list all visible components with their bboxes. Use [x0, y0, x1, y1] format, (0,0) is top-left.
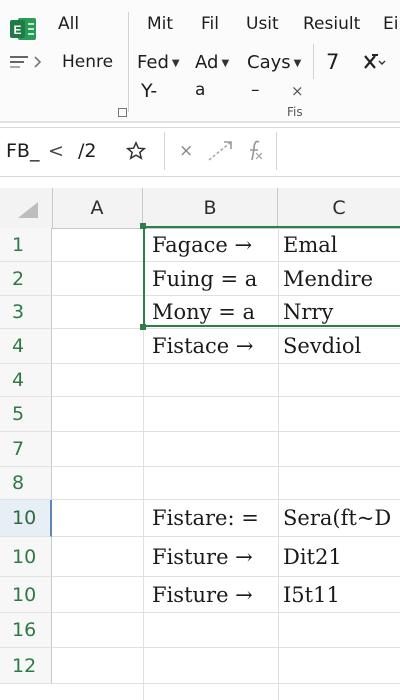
cancel-icon[interactable]: × — [179, 141, 193, 161]
paragraph-format-icon[interactable] — [8, 53, 44, 71]
excel-app-icon[interactable]: E — [9, 17, 37, 41]
cell-a10[interactable] — [53, 500, 142, 537]
chevron-down-icon: ▼ — [221, 58, 230, 69]
cell-a8[interactable] — [53, 467, 142, 500]
cell-c10[interactable]: I5t11 — [283, 577, 400, 613]
cell-a2[interactable] — [53, 262, 142, 296]
cell-b16[interactable] — [152, 613, 276, 648]
column-header-b[interactable]: B — [143, 188, 278, 228]
cell-b7[interactable] — [152, 432, 276, 467]
column-header-a[interactable]: A — [52, 188, 143, 228]
cell-b12[interactable] — [152, 648, 276, 684]
cell-b10[interactable]: Fisture → — [152, 537, 276, 577]
select-all-triangle-icon — [18, 202, 38, 218]
dialog-launcher-icon[interactable] — [118, 108, 127, 117]
ribbon-btn-dash[interactable]: – — [251, 80, 260, 100]
row-header[interactable]: 4 — [0, 329, 52, 364]
cell-a10[interactable] — [53, 577, 142, 613]
cell-b5[interactable] — [152, 397, 276, 432]
row-header[interactable]: 10 — [0, 537, 52, 577]
chevron-down-icon: ▼ — [171, 58, 180, 69]
spreadsheet-grid[interactable]: A B C 1 Fagace → Emal 2 Fuing = a Mendire 3 Mon… — [0, 188, 400, 700]
row-header[interactable]: 10 — [0, 577, 52, 613]
cell-c4[interactable]: Sevdiol — [283, 329, 400, 364]
group-label: Fis — [287, 105, 303, 119]
cell-b4[interactable]: Fistace → — [152, 329, 276, 364]
tab-fil[interactable]: Fil — [201, 14, 219, 34]
number-control[interactable]: 7 — [326, 50, 339, 74]
row-header[interactable]: 4 — [0, 364, 52, 397]
cell-c5[interactable] — [283, 397, 400, 432]
row-header[interactable]: 10 — [0, 500, 52, 537]
insert-function-icon[interactable] — [246, 139, 266, 163]
font-dropdown-ad[interactable]: Ad ▼ — [195, 52, 229, 73]
cell-a16[interactable] — [53, 613, 142, 648]
cell-a7[interactable] — [53, 432, 142, 467]
row-header[interactable]: 12 — [0, 648, 52, 684]
font-dropdown-fed[interactable]: Fed ▼ — [137, 52, 180, 73]
cell-c16[interactable] — [283, 613, 400, 648]
formula-bar-divider — [276, 132, 277, 170]
cell-c8[interactable] — [283, 467, 400, 500]
row-header[interactable]: 1 — [0, 228, 52, 262]
formula-value[interactable]: /2 — [78, 140, 97, 162]
row-header[interactable]: 2 — [0, 262, 52, 296]
ribbon: E All Mit Fil Usit Resiult Ei Henre Fed ▼… — [0, 0, 400, 122]
tab-usit[interactable]: Usit — [246, 14, 279, 34]
select-all-button[interactable] — [0, 188, 53, 228]
cell-a5[interactable] — [53, 397, 142, 432]
formula-bar: FB_ < /2 × — [0, 127, 400, 177]
row-header[interactable]: 5 — [0, 397, 52, 432]
row-header[interactable]: 8 — [0, 467, 52, 500]
dropdown-label: Cays — [247, 52, 291, 73]
cell-c10[interactable]: Dit21 — [283, 537, 400, 577]
selection-range — [143, 226, 400, 327]
ribbon-btn-a[interactable]: a — [195, 80, 205, 100]
font-dropdown-cays[interactable]: Cays ▼ — [247, 52, 301, 73]
dropdown-label: Ad — [195, 52, 219, 73]
cell-b8[interactable] — [152, 467, 276, 500]
cell-a1[interactable] — [53, 228, 142, 262]
ribbon-btn-close[interactable]: × — [291, 82, 304, 100]
column-header-row: A B C — [0, 188, 400, 229]
row-header[interactable]: 7 — [0, 432, 52, 467]
tab-ei[interactable]: Ei — [383, 14, 398, 34]
cell-a3[interactable] — [53, 296, 142, 329]
cell-c7[interactable] — [283, 432, 400, 467]
chevron-down-icon: ▼ — [293, 58, 302, 69]
selection-handle[interactable] — [140, 223, 146, 229]
tab-mit[interactable]: Mit — [147, 14, 173, 34]
ribbon-border — [0, 121, 400, 123]
row-header[interactable]: 16 — [0, 613, 52, 648]
back-button[interactable]: < — [48, 140, 64, 162]
tab-all[interactable]: All — [58, 14, 79, 34]
cell-b10[interactable]: Fistare: = — [152, 500, 276, 537]
name-box[interactable]: FB_ — [6, 140, 39, 162]
dropdown-label: Fed — [137, 52, 169, 73]
cell-c10[interactable]: Sera(ft~D — [283, 500, 400, 537]
cell-a4[interactable] — [53, 364, 142, 397]
cell-c12[interactable] — [283, 648, 400, 684]
cell-b10[interactable]: Fisture → — [152, 577, 276, 613]
row-header[interactable]: 3 — [0, 296, 52, 329]
ribbon-divider — [128, 12, 129, 112]
star-icon[interactable] — [126, 141, 146, 161]
ribbon-divider — [313, 44, 314, 79]
tab-resiult[interactable]: Resiult — [303, 14, 360, 34]
svg-text:E: E — [13, 23, 21, 37]
cell-a4[interactable] — [53, 329, 142, 364]
ribbon-btn-y[interactable]: Y- — [141, 80, 157, 102]
selection-handle[interactable] — [140, 324, 146, 330]
cell-c4[interactable] — [283, 364, 400, 397]
cell-b4[interactable] — [152, 364, 276, 397]
column-header-c[interactable]: C — [278, 188, 400, 228]
clear-format-icon[interactable] — [362, 53, 386, 71]
cell-a12[interactable] — [53, 648, 142, 684]
home-label[interactable]: Henre — [62, 52, 113, 72]
confirm-check-icon[interactable] — [207, 140, 233, 162]
formula-bar-divider — [164, 132, 165, 170]
cell-a10[interactable] — [53, 537, 142, 577]
